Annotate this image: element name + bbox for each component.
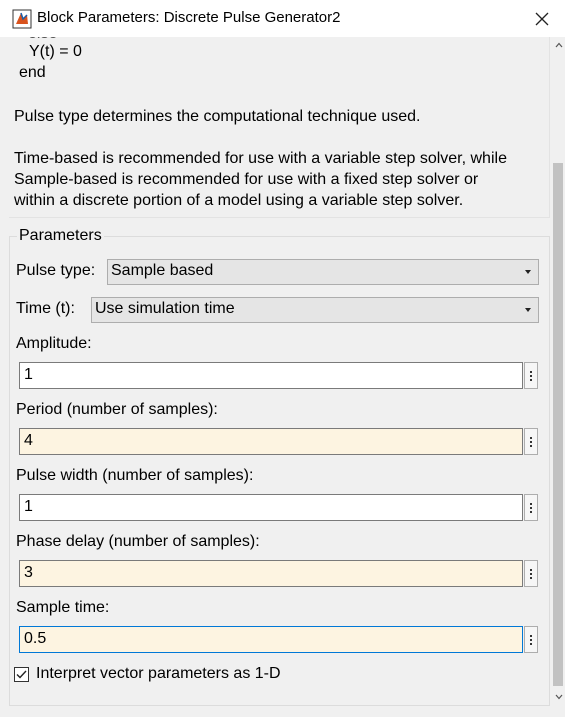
phase-delay-options-button[interactable] <box>524 560 538 587</box>
scroll-down-arrow-icon[interactable] <box>555 694 563 700</box>
time-value: Use simulation time <box>95 300 235 317</box>
parameters-group: Parameters Pulse type: Sample based Time… <box>9 227 550 706</box>
code-line: Y(t) = 0 <box>29 43 82 60</box>
sample-time-input[interactable]: 0.5 <box>19 626 523 653</box>
period-label: Period (number of samples): <box>16 401 218 418</box>
time-dropdown[interactable]: Use simulation time <box>91 297 539 323</box>
scrollbar-thumb[interactable] <box>553 163 563 686</box>
description-paragraph-line: Sample-based is recommended for use with… <box>14 171 479 188</box>
parameters-group-title: Parameters <box>17 227 104 245</box>
sample-time-options-button[interactable] <box>524 626 538 653</box>
dialog-content: else Y(t) = 0 end Pulse type determines … <box>0 37 552 717</box>
sample-time-label: Sample time: <box>16 599 110 616</box>
checkmark-icon <box>16 670 27 679</box>
phase-delay-label: Phase delay (number of samples): <box>16 533 260 550</box>
chevron-down-icon <box>525 308 531 312</box>
amplitude-options-button[interactable] <box>524 362 538 389</box>
period-input[interactable]: 4 <box>19 428 523 455</box>
code-line: end <box>19 64 46 81</box>
pulse-width-label: Pulse width (number of samples): <box>16 467 254 484</box>
phase-delay-input[interactable]: 3 <box>19 560 523 587</box>
interpret-vector-checkbox[interactable] <box>14 667 29 682</box>
pulse-type-label: Pulse type: <box>16 262 96 279</box>
chevron-down-icon <box>525 270 531 274</box>
amplitude-input[interactable]: 1 <box>19 362 523 389</box>
close-icon <box>535 12 549 25</box>
scroll-up-arrow-icon[interactable] <box>555 42 563 48</box>
description-paragraph-line: within a discrete portion of a model usi… <box>14 192 464 209</box>
simulink-block-icon <box>12 9 32 29</box>
pulse-type-value: Sample based <box>111 262 214 279</box>
close-button[interactable] <box>519 0 565 37</box>
amplitude-label: Amplitude: <box>16 335 92 352</box>
description-paragraph: Pulse type determines the computational … <box>14 108 421 125</box>
pulse-width-options-button[interactable] <box>524 494 538 521</box>
period-options-button[interactable] <box>524 428 538 455</box>
title-bar: Block Parameters: Discrete Pulse Generat… <box>0 0 565 37</box>
pulse-type-dropdown[interactable]: Sample based <box>107 259 539 285</box>
interpret-vector-label: Interpret vector parameters as 1-D <box>36 665 281 682</box>
time-label: Time (t): <box>16 300 75 317</box>
description-paragraph-line: Time-based is recommended for use with a… <box>14 150 507 167</box>
pulse-width-input[interactable]: 1 <box>19 494 523 521</box>
vertical-scrollbar[interactable] <box>552 37 565 717</box>
description-panel: else Y(t) = 0 end Pulse type determines … <box>9 37 550 218</box>
window-title: Block Parameters: Discrete Pulse Generat… <box>37 9 341 26</box>
